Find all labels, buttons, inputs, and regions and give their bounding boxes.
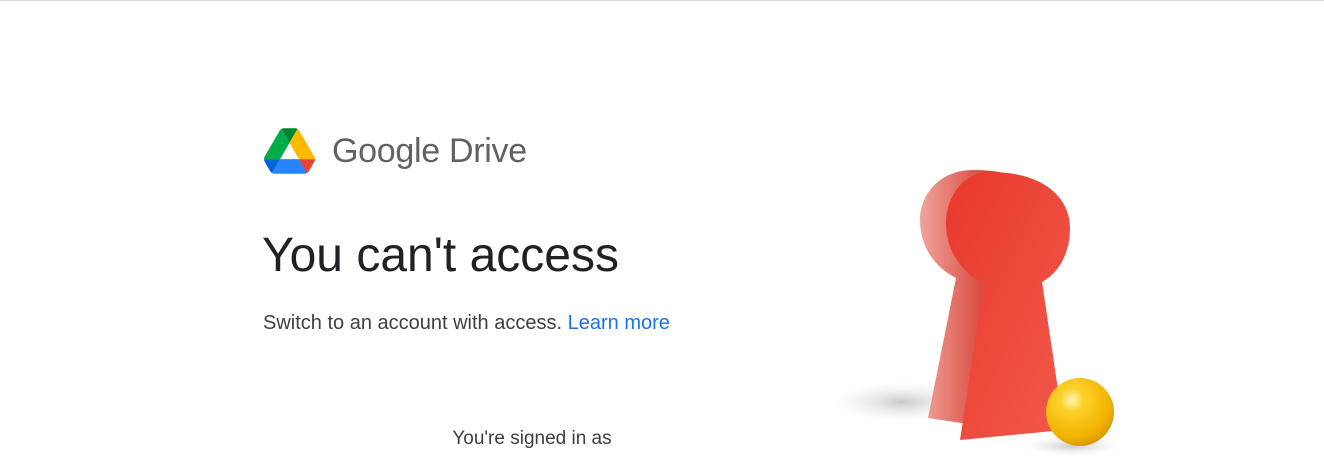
access-message: Switch to an account with access. Learn …	[263, 310, 670, 336]
product-name: Google Drive	[332, 132, 527, 170]
signed-in-label: You're signed in as	[452, 428, 612, 449]
access-denied-page: Google Drive You can't access Switch to …	[0, 0, 1324, 460]
page-title: You can't access	[262, 229, 619, 282]
learn-more-link[interactable]: Learn more	[568, 312, 670, 334]
yellow-ball	[1046, 378, 1114, 446]
brand-header: Google Drive	[264, 128, 527, 174]
google-drive-icon	[264, 128, 315, 174]
top-divider	[0, 0, 1324, 1]
keyhole-with-ball-illustration	[832, 170, 1122, 456]
access-message-text: Switch to an account with access.	[263, 312, 563, 334]
